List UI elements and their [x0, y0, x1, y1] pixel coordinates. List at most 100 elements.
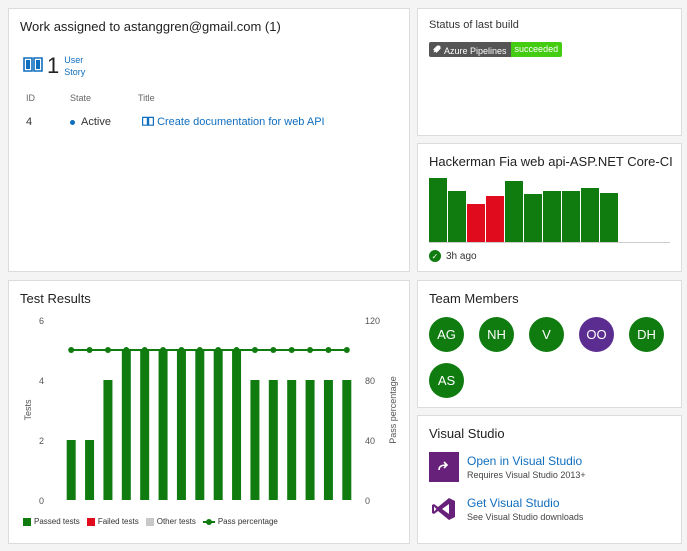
build-history-widget: Hackerman Fia web api-ASP.NET Core-CI ✓ …: [417, 143, 682, 272]
passed-tests-bar[interactable]: [140, 350, 150, 500]
get-vs-downloads: See Visual Studio downloads: [467, 511, 584, 522]
y2-tick-label: 120: [365, 316, 380, 326]
pass-percentage-point[interactable]: [178, 347, 185, 353]
passed-tests-bar[interactable]: [232, 350, 242, 500]
avatar[interactable]: AS: [429, 363, 464, 398]
column-header-id[interactable]: ID: [26, 93, 35, 103]
pass-percentage-point[interactable]: [123, 347, 130, 353]
passed-tests-bar[interactable]: [250, 380, 260, 500]
passed-tests-bar[interactable]: [287, 380, 297, 500]
work-type-label: User Story: [64, 54, 85, 78]
legend-swatch-failed: [86, 517, 95, 526]
y2-tick-label: 40: [365, 436, 375, 446]
open-arrow-icon: [429, 452, 459, 482]
badge-label-text: Azure Pipelines: [444, 45, 507, 56]
build-status-widget: Status of last build Azure Pipelines suc…: [417, 8, 682, 136]
build-definition-title[interactable]: Hackerman Fia web api-ASP.NET Core-CI: [429, 154, 673, 169]
passed-tests-bar[interactable]: [85, 440, 95, 500]
passed-tests-bar[interactable]: [305, 380, 315, 500]
y2-axis-label: Pass percentage: [388, 376, 398, 444]
passed-tests-bar[interactable]: [268, 380, 278, 500]
team-members-widget: Team Members AG NH V OO DH AS: [417, 280, 682, 408]
build-bar-failed[interactable]: [486, 196, 504, 242]
legend-passed[interactable]: Passed tests: [23, 517, 80, 526]
column-header-state[interactable]: State: [70, 93, 91, 103]
test-results-chart: 0 2 4 6 0 40 80 120 Tests Pass percentage: [23, 316, 398, 506]
passed-tests-bar[interactable]: [121, 350, 131, 500]
badge-label: Azure Pipelines: [429, 42, 511, 57]
passed-tests-bar[interactable]: [66, 440, 76, 500]
visual-studio-widget: Visual Studio Open in Visual Studio Requ…: [417, 415, 682, 544]
pass-percentage-point[interactable]: [215, 347, 222, 353]
pass-percentage-point[interactable]: [86, 347, 93, 353]
passed-tests-bar[interactable]: [213, 350, 223, 500]
work-type-line2: Story: [64, 67, 86, 77]
legend-pass-percentage-label: Pass percentage: [217, 517, 278, 526]
y2-tick-label: 80: [365, 376, 375, 386]
work-item-id: 4: [26, 116, 33, 128]
work-item-title: Create documentation for web API: [157, 116, 325, 128]
passed-tests-bar[interactable]: [176, 350, 186, 500]
build-bar-succeeded[interactable]: [562, 191, 580, 242]
pass-percentage-point[interactable]: [343, 347, 350, 353]
get-visual-studio[interactable]: Get Visual Studio See Visual Studio down…: [429, 494, 583, 524]
work-widget-title: Work assigned to astanggren@gmail.com (1…: [20, 19, 281, 34]
passed-tests-bar[interactable]: [195, 350, 205, 500]
last-build-ago: 3h ago: [446, 250, 477, 262]
build-bar-succeeded[interactable]: [524, 194, 542, 242]
avatar[interactable]: AG: [429, 317, 464, 352]
legend-other[interactable]: Other tests: [145, 517, 196, 526]
work-item-title-link[interactable]: Create documentation for web API: [142, 116, 325, 128]
build-bar-failed[interactable]: [467, 204, 485, 242]
open-in-visual-studio[interactable]: Open in Visual Studio Requires Visual St…: [429, 452, 586, 482]
passed-tests-bar[interactable]: [342, 380, 352, 500]
build-bar-succeeded[interactable]: [543, 191, 561, 242]
work-count-summary[interactable]: 1 User Story: [23, 53, 85, 79]
pass-percentage-point[interactable]: [68, 347, 75, 353]
column-header-title[interactable]: Title: [138, 93, 155, 103]
legend-line-marker-icon: [202, 518, 215, 526]
avatar[interactable]: NH: [479, 317, 514, 352]
legend-swatch-passed: [23, 517, 31, 526]
open-in-vs-requirement: Requires Visual Studio 2013+: [467, 469, 586, 480]
avatar[interactable]: V: [529, 317, 564, 352]
legend-failed[interactable]: Failed tests: [86, 517, 139, 526]
build-bar-succeeded[interactable]: [429, 178, 447, 242]
work-item-state: Active: [70, 116, 111, 128]
passed-tests-bar[interactable]: [103, 380, 113, 500]
pass-percentage-point[interactable]: [104, 347, 111, 353]
build-bar-succeeded[interactable]: [505, 181, 523, 242]
build-status-badge[interactable]: Azure Pipelines succeeded: [429, 42, 563, 57]
open-in-vs-link[interactable]: Open in Visual Studio: [467, 454, 586, 469]
pass-percentage-point[interactable]: [160, 347, 167, 353]
legend-failed-label: Failed tests: [97, 517, 139, 526]
build-bar-succeeded[interactable]: [448, 191, 466, 242]
visual-studio-logo-icon: [429, 494, 459, 524]
passed-tests-bar[interactable]: [323, 380, 333, 500]
rocket-icon: [432, 45, 441, 56]
passed-tests-bar[interactable]: [158, 350, 168, 500]
book-icon: [142, 116, 154, 128]
pass-percentage-point[interactable]: [307, 347, 314, 353]
pass-percentage-point[interactable]: [325, 347, 332, 353]
pass-percentage-point[interactable]: [196, 347, 203, 353]
avatar[interactable]: DH: [629, 317, 664, 352]
legend-pass-percentage[interactable]: Pass percentage: [202, 517, 278, 526]
chart-legend: Passed tests Failed tests Other tests Pa…: [23, 517, 278, 526]
pass-percentage-point[interactable]: [251, 347, 258, 353]
build-status-title: Status of last build: [429, 19, 519, 31]
pass-percentage-point[interactable]: [288, 347, 295, 353]
team-members-title: Team Members: [429, 291, 519, 306]
pass-percentage-point[interactable]: [233, 347, 240, 353]
build-bar-succeeded[interactable]: [581, 188, 599, 242]
get-vs-link[interactable]: Get Visual Studio: [467, 496, 583, 511]
legend-swatch-other: [145, 517, 154, 526]
avatar[interactable]: OO: [579, 317, 614, 352]
y-tick-label: 2: [39, 436, 44, 446]
pass-percentage-point[interactable]: [141, 347, 148, 353]
pass-percentage-point[interactable]: [270, 347, 277, 353]
state-dot-icon: [70, 119, 75, 125]
visual-studio-title: Visual Studio: [429, 426, 505, 441]
test-results-widget: Test Results 0 2 4 6 0 40 80 120 Tests Pass perce…: [8, 280, 410, 544]
build-bar-succeeded[interactable]: [600, 193, 618, 242]
